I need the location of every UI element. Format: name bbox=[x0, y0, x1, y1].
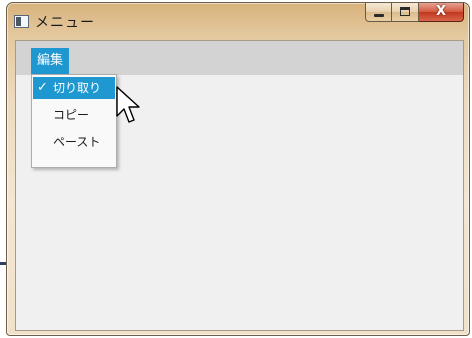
maximize-button[interactable] bbox=[392, 3, 419, 22]
window-title: メニュー bbox=[35, 15, 95, 31]
check-icon: ✓ bbox=[37, 80, 48, 95]
client-area: 編集 ✓ 切り取り コピー ペースト bbox=[15, 40, 464, 331]
menu-item-copy-label: コピー bbox=[53, 108, 90, 122]
caption-buttons: X bbox=[365, 3, 464, 22]
menu-item-cut[interactable]: ✓ 切り取り bbox=[33, 77, 115, 99]
title-bar[interactable]: メニュー X bbox=[7, 3, 469, 39]
app-window: メニュー X 編集 ✓ 切り取り コピー ペースト bbox=[6, 2, 470, 336]
close-button[interactable]: X bbox=[419, 3, 464, 22]
minimize-button[interactable] bbox=[365, 3, 392, 22]
menu-bar: 編集 bbox=[16, 41, 463, 75]
menu-edit[interactable]: 編集 bbox=[31, 48, 70, 74]
minimize-icon bbox=[374, 14, 384, 17]
close-icon: X bbox=[435, 4, 447, 19]
app-window-icon[interactable] bbox=[14, 15, 29, 28]
menu-item-copy[interactable]: コピー bbox=[33, 104, 115, 126]
menu-item-paste[interactable]: ペースト bbox=[33, 131, 115, 153]
edit-dropdown-menu: ✓ 切り取り コピー ペースト bbox=[31, 74, 117, 168]
mouse-pointer-icon bbox=[116, 86, 140, 123]
maximize-icon bbox=[400, 7, 410, 16]
menu-item-paste-label: ペースト bbox=[53, 135, 101, 149]
menu-item-cut-label: 切り取り bbox=[53, 81, 102, 95]
